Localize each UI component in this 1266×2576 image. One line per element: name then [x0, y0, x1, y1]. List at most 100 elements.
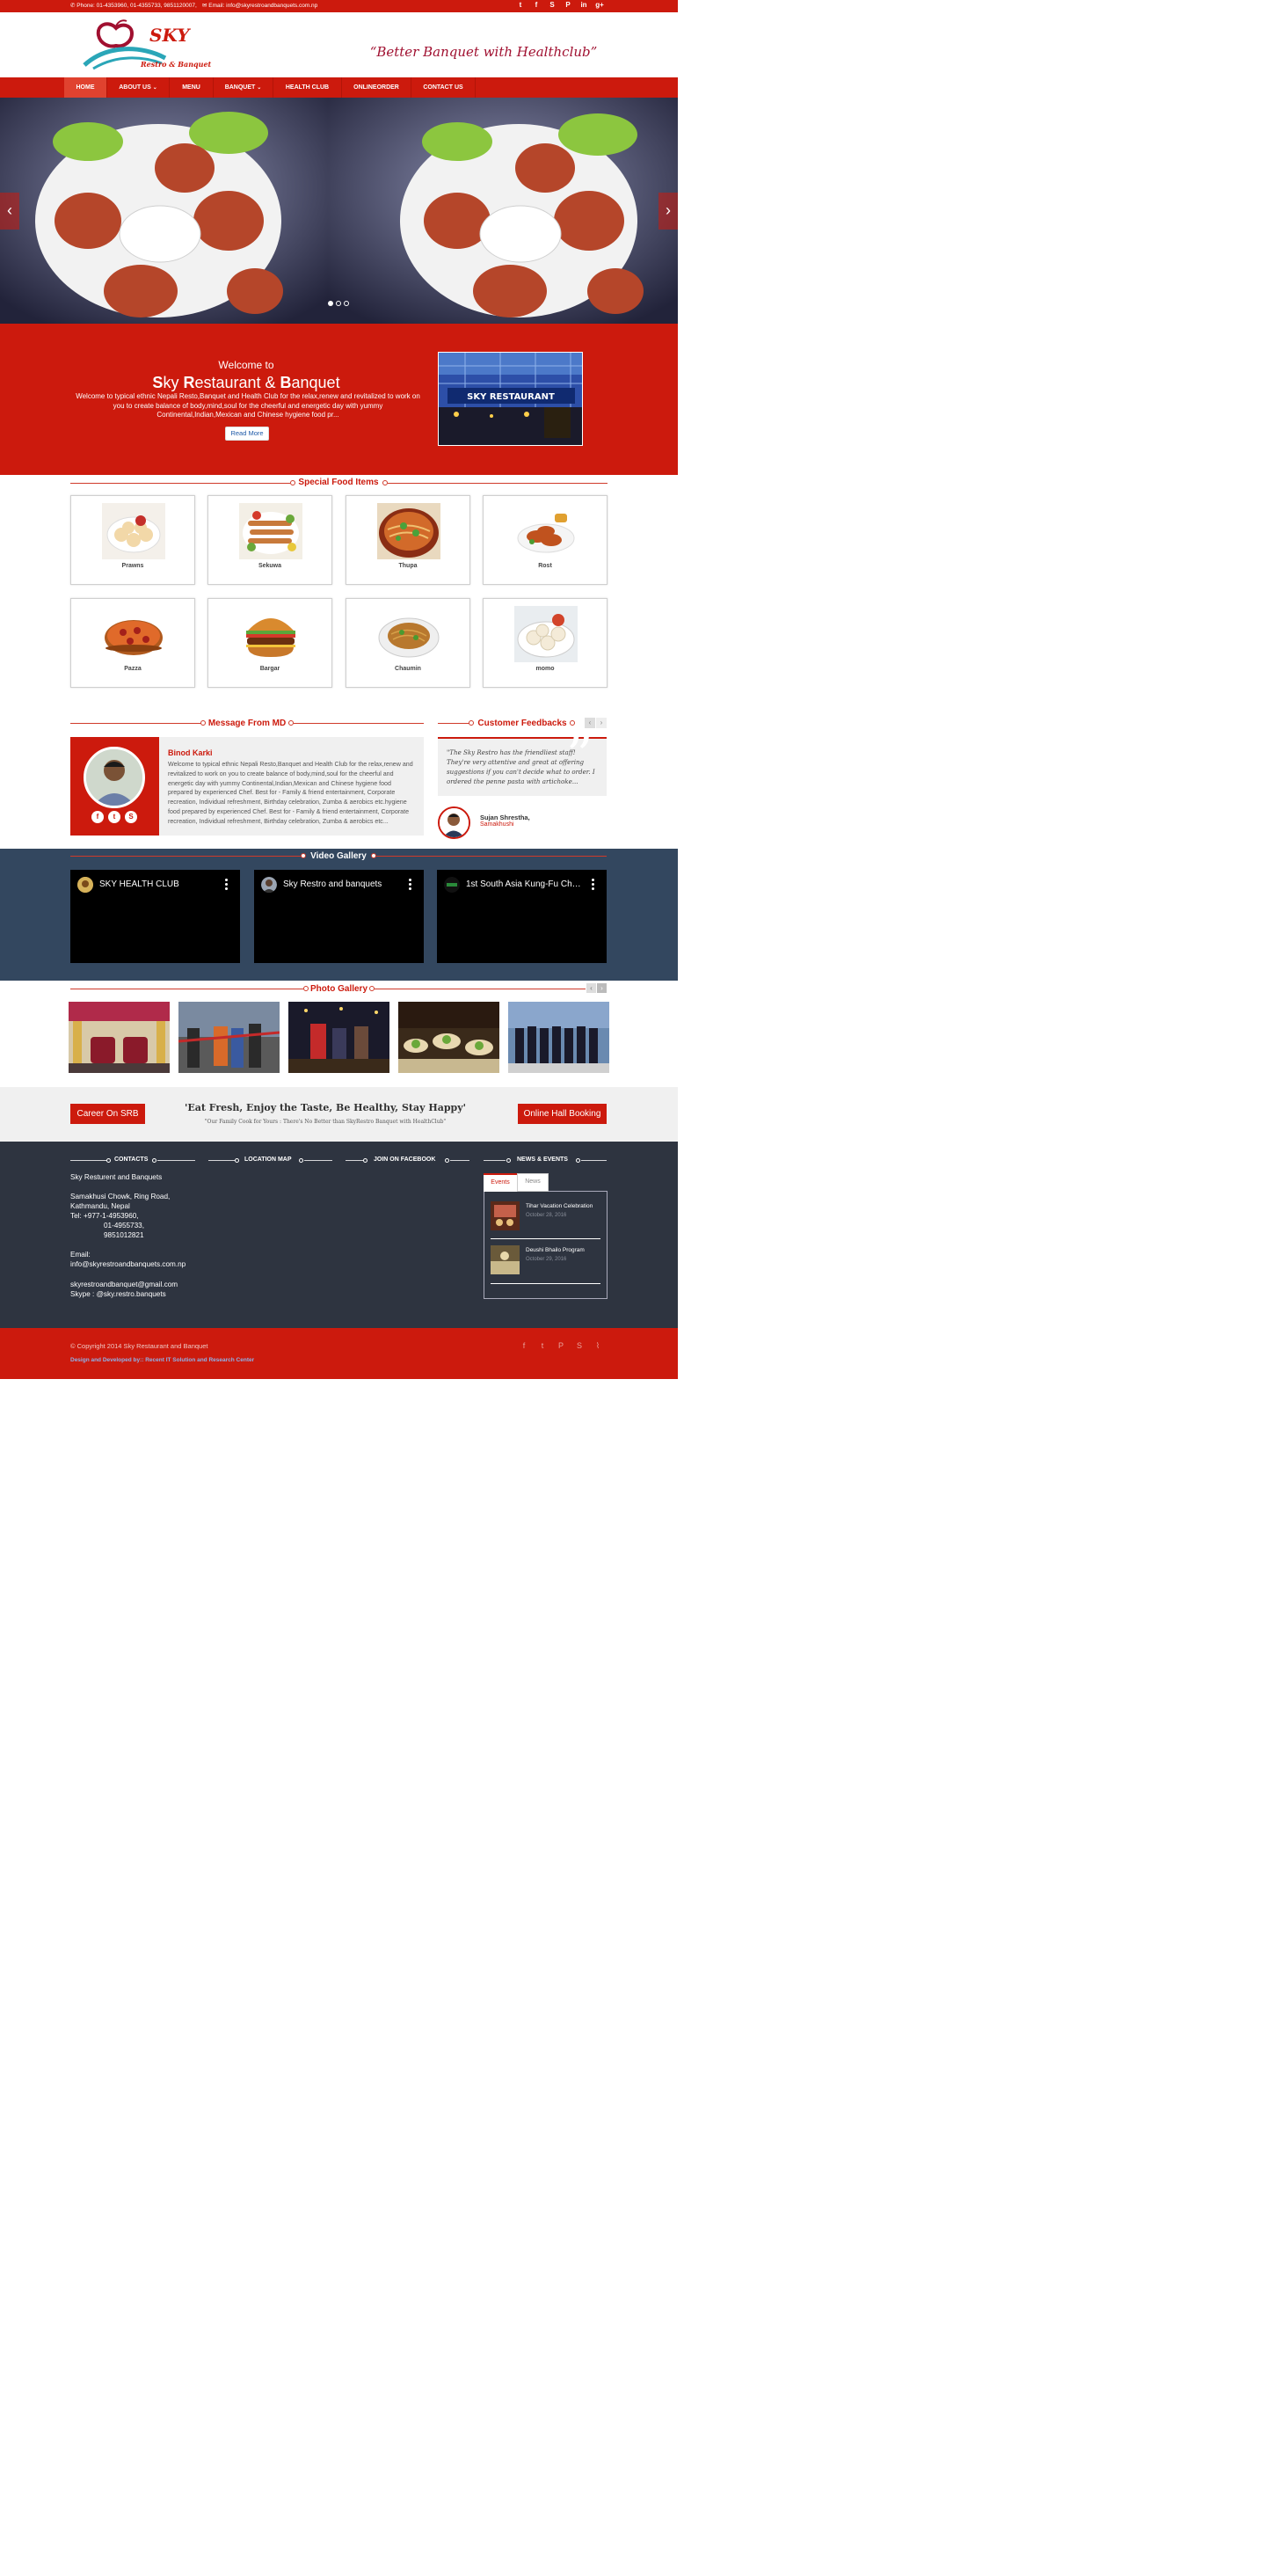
event-date-2: October 29, 2016 [526, 1257, 567, 1262]
nav-onlineorder[interactable]: ONLINEORDER [342, 77, 411, 98]
bottom-bar [0, 1328, 678, 1379]
channel-avatar [261, 877, 277, 893]
contacts-title: CONTACTS [114, 1157, 149, 1163]
md-name: Binod Karki [168, 748, 213, 757]
career-button[interactable]: Career On SRB [70, 1104, 145, 1124]
slider-dot-2[interactable] [336, 301, 341, 306]
slider-dot-3[interactable] [344, 301, 349, 306]
md-facebook-icon[interactable]: f [91, 811, 104, 823]
logo[interactable]: SKY Restro & Banquet [81, 19, 211, 72]
food-plate-image [0, 98, 678, 324]
read-more-button[interactable]: Read More [225, 427, 269, 441]
more-options-icon[interactable] [225, 879, 228, 892]
slider-dot-1[interactable] [328, 301, 333, 306]
nav-health-club[interactable]: HEALTH CLUB [273, 77, 341, 98]
news-title: NEWS & EVENTS [517, 1157, 568, 1163]
footer-line [70, 1160, 107, 1161]
slider-next-button[interactable]: › [658, 193, 678, 230]
linkedin-icon[interactable]: in [578, 1, 589, 9]
skype-icon[interactable]: S [574, 1341, 585, 1350]
chevron-down-icon: ⌄ [152, 85, 157, 91]
food-card-thupa[interactable]: Thupa [346, 495, 470, 585]
footer-ring [106, 1158, 111, 1163]
food-card-chaumin[interactable]: Chaumin [346, 598, 470, 688]
video-title: Video Gallery [310, 851, 367, 861]
feedback-author: Sujan Shrestha, [480, 814, 530, 821]
special-title: Special Food Items [298, 478, 379, 487]
contact-gmail[interactable]: skyrestroandbanquet@gmail.com [70, 1281, 178, 1288]
more-options-icon[interactable] [409, 879, 411, 892]
welcome-line1: Welcome to [218, 359, 274, 371]
food-card-sekuwa[interactable]: Sekuwa [207, 495, 332, 585]
pinterest-icon[interactable]: P [556, 1341, 566, 1350]
contact-tel-3: 9851012821 [104, 1231, 144, 1239]
nav-banquet[interactable]: BANQUET ⌄ [214, 77, 273, 98]
sekuwa-image [239, 503, 302, 559]
gallery-photo-1[interactable] [69, 1002, 170, 1073]
envelope-icon: ✉ [202, 3, 207, 9]
section-line [70, 483, 290, 484]
nav-about[interactable]: ABOUT US ⌄ [107, 77, 169, 98]
md-twitter-icon[interactable]: t [108, 811, 120, 823]
photo-next-button[interactable]: › [597, 983, 607, 993]
event-title-2[interactable]: Deushi Bhailo Program [526, 1247, 585, 1253]
gallery-photo-3[interactable] [288, 1002, 389, 1073]
food-card-momo[interactable]: momo [483, 598, 608, 688]
feedback-next-button[interactable]: › [596, 718, 607, 728]
google-plus-icon[interactable]: g+ [594, 1, 605, 9]
md-skype-icon[interactable]: S [125, 811, 137, 823]
food-card-prawns[interactable]: Prawns [70, 495, 195, 585]
email-info[interactable]: ✉ Email: info@skyrestroandbanquets.com.n… [202, 2, 317, 9]
food-card-rost[interactable]: Rost [483, 495, 608, 585]
logo-main-text: SKY [149, 25, 190, 46]
header-tagline: “Better Banquet with Healthclub” [369, 44, 598, 60]
slider-prev-button[interactable]: ‹ [0, 193, 19, 230]
more-options-icon[interactable] [592, 879, 594, 892]
rost-image [514, 503, 578, 559]
video-player-2[interactable]: Sky Restro and banquets [254, 870, 424, 963]
twitter-icon[interactable]: t [515, 1, 526, 9]
section-ring [303, 986, 309, 991]
hero-slider [0, 98, 678, 324]
pinterest-icon[interactable]: P [563, 1, 573, 9]
facebook-icon[interactable]: f [531, 1, 542, 9]
developer-credit[interactable]: Design and Developed by:: Recent IT Solu… [70, 1357, 254, 1363]
footer-ring [576, 1158, 580, 1163]
facebook-icon[interactable]: f [519, 1341, 529, 1350]
hall-booking-button[interactable]: Online Hall Booking [518, 1104, 607, 1124]
welcome-title: Sky Restaurant & Banquet [152, 374, 340, 391]
tab-news[interactable]: News [517, 1173, 549, 1192]
section-line [294, 723, 424, 724]
event-title-1[interactable]: Tihar Vacation Celebration [526, 1203, 593, 1209]
gallery-photo-4[interactable] [398, 1002, 499, 1073]
video-player-1[interactable]: SKY HEALTH CLUB [70, 870, 240, 963]
footer-ring [445, 1158, 449, 1163]
section-line [70, 723, 202, 724]
rss-icon[interactable]: ⌇ [593, 1341, 603, 1351]
video-player-3[interactable]: 1st South Asia Kung-Fu Championship [437, 870, 607, 963]
contact-skype: Skype : @sky.restro.banquets [70, 1290, 166, 1298]
md-message: Welcome to typical ethnic Nepali Resto,B… [168, 761, 413, 825]
contact-email[interactable]: info@skyrestroandbanquets.com.np [70, 1260, 186, 1268]
topbar-social: t f S P in g+ [515, 1, 605, 11]
md-avatar [84, 747, 145, 808]
gallery-photo-5[interactable] [508, 1002, 609, 1073]
footer-line [157, 1160, 195, 1161]
food-card-pazza[interactable]: Pazza [70, 598, 195, 688]
section-ring [290, 480, 295, 485]
food-card-bargar[interactable]: Bargar [207, 598, 332, 688]
contact-address-2: Kathmandu, Nepal [70, 1202, 130, 1210]
tab-events[interactable]: Events [484, 1173, 517, 1192]
twitter-icon[interactable]: t [537, 1341, 548, 1350]
contact-email-label: Email: [70, 1251, 91, 1259]
section-ring [200, 720, 206, 726]
footer-line [450, 1160, 469, 1161]
photo-prev-button[interactable]: ‹ [586, 983, 596, 993]
feedback-title: Customer Feedbacks [477, 719, 567, 728]
skype-icon[interactable]: S [547, 1, 557, 9]
gallery-photo-2[interactable] [178, 1002, 280, 1073]
section-ring [301, 853, 306, 858]
nav-contact[interactable]: CONTACT US [411, 77, 475, 98]
nav-home[interactable]: HOME [64, 77, 106, 98]
nav-menu[interactable]: MENU [170, 77, 213, 98]
